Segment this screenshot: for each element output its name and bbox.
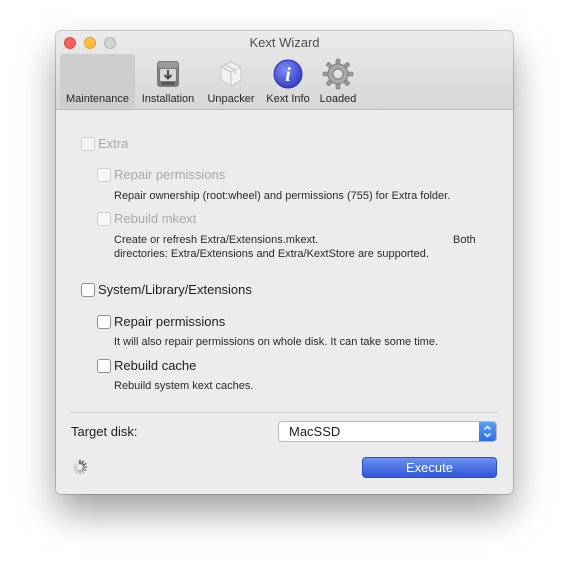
tab-maintenance-label: Maintenance — [66, 93, 129, 105]
system-repair-description: It will also repair permissions on whole… — [114, 336, 439, 348]
tab-kext-info-label: Kext Info — [266, 93, 310, 105]
tab-installation[interactable]: Installation — [136, 54, 200, 108]
tab-unpacker-label: Unpacker — [207, 93, 255, 105]
tab-unpacker[interactable]: Unpacker — [201, 54, 261, 108]
tab-kext-info[interactable]: i Kext Info — [262, 54, 314, 108]
rebuild-mkext-description-line1: Create or refresh Extra/Extensions.mkext… — [114, 234, 319, 246]
kext-wizard-window: Kext Wizard Maintenance Installation Unp… — [56, 31, 513, 494]
spinner-icon — [72, 459, 88, 475]
rebuild-mkext-description-both: Both — [453, 234, 476, 246]
rebuild-cache-description: Rebuild system kext caches. — [114, 380, 254, 392]
installation-icon — [157, 61, 179, 87]
rebuild-cache-label: Rebuild cache — [114, 358, 197, 373]
extra-checkbox — [81, 137, 95, 151]
separator — [71, 412, 497, 413]
rebuild-mkext-description-line2: directories: Extra/Extensions and Extra/… — [114, 248, 429, 260]
info-icon: i — [273, 59, 303, 89]
svg-text:i: i — [285, 64, 291, 86]
extra-label: Extra — [98, 136, 129, 151]
system-extensions-label: System/Library/Extensions — [98, 282, 252, 297]
system-repair-permissions-checkbox[interactable] — [97, 315, 111, 329]
unpacker-icon — [220, 61, 242, 87]
tab-installation-label: Installation — [141, 93, 195, 105]
extra-repair-description: Repair ownership (root:wheel) and permis… — [114, 190, 451, 202]
tab-maintenance[interactable]: Maintenance — [60, 54, 135, 108]
system-repair-permissions-label: Repair permissions — [114, 314, 226, 329]
system-extensions-checkbox[interactable] — [81, 283, 95, 297]
target-disk-popup[interactable]: MacSSD — [278, 421, 497, 442]
target-disk-value: MacSSD — [289, 424, 341, 439]
target-disk-label: Target disk: — [71, 424, 138, 439]
rebuild-mkext-label: Rebuild mkext — [114, 211, 197, 226]
tab-loaded[interactable]: Loaded — [315, 54, 361, 108]
gear-icon — [322, 58, 354, 90]
updown-arrows-icon — [479, 422, 496, 441]
rebuild-cache-checkbox[interactable] — [97, 359, 111, 373]
extra-repair-permissions-checkbox — [97, 168, 111, 182]
execute-button[interactable]: Execute — [362, 457, 497, 478]
rebuild-mkext-checkbox — [97, 212, 111, 226]
titlebar: Kext Wizard Maintenance Installation Unp… — [56, 31, 513, 110]
extra-repair-permissions-label: Repair permissions — [114, 167, 226, 182]
tab-loaded-label: Loaded — [319, 93, 357, 105]
window-title: Kext Wizard — [249, 35, 320, 50]
